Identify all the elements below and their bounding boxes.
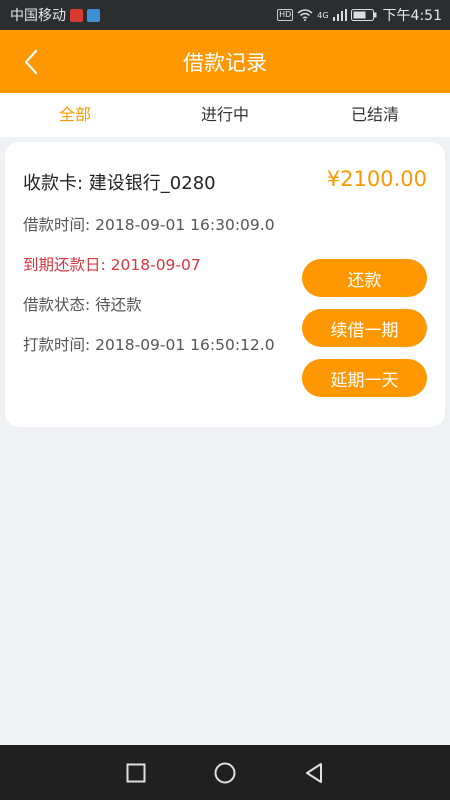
tab-settled[interactable]: 已结清: [300, 93, 450, 137]
extend-button[interactable]: 延期一天: [302, 359, 427, 397]
renew-button[interactable]: 续借一期: [302, 309, 427, 347]
filter-tabs: 全部 进行中 已结清: [0, 93, 450, 137]
app-notification-icon: [87, 8, 100, 22]
loan-record-card: 收款卡: 建设银行_0280 ¥2100.00 借款时间: 2018-09-01…: [5, 142, 445, 427]
wifi-icon: [297, 9, 313, 21]
triangle-back-icon[interactable]: [304, 762, 324, 784]
repay-button[interactable]: 还款: [302, 259, 427, 297]
due-date: 到期还款日: 2018-09-07: [23, 256, 201, 274]
loan-time: 借款时间: 2018-09-01 16:30:09.0: [23, 216, 275, 234]
battery-icon: [350, 9, 377, 21]
hd-badge: HD: [277, 9, 294, 21]
circle-icon[interactable]: [214, 762, 236, 784]
app-header: 借款记录: [0, 30, 450, 93]
system-nav-bar: [0, 745, 450, 800]
loan-status: 借款状态: 待还款: [23, 296, 142, 314]
network-type: 4G: [317, 10, 329, 20]
signal-icon: [332, 9, 347, 21]
status-bar: 中国移动 HD 4G 下午4:51: [0, 0, 450, 30]
carrier-label: 中国移动: [10, 8, 66, 24]
loan-amount: ¥2100.00: [326, 167, 427, 191]
page-title: 借款记录: [183, 50, 267, 75]
tab-in-progress[interactable]: 进行中: [150, 93, 300, 137]
tab-all[interactable]: 全部: [0, 93, 150, 137]
square-icon[interactable]: [126, 763, 146, 783]
payout-time: 打款时间: 2018-09-01 16:50:12.0: [23, 336, 275, 354]
app-notification-icon: [70, 8, 83, 22]
chevron-left-icon[interactable]: [18, 48, 46, 76]
status-bar-right: HD 4G 下午4:51: [277, 5, 442, 25]
clock: 下午4:51: [382, 8, 442, 24]
status-bar-left: 中国移动: [10, 5, 100, 25]
receiving-card-label: 收款卡: 建设银行_0280: [23, 173, 216, 194]
